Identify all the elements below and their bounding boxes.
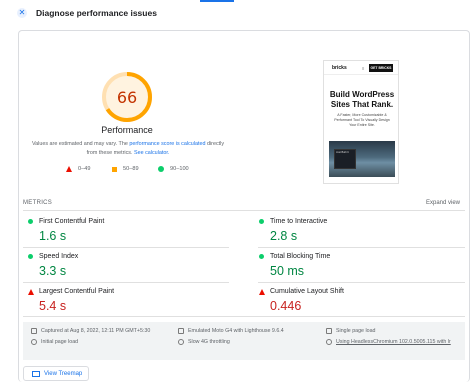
thumbnail-panel-text: Just Built It (336, 151, 349, 154)
captured-info: Captured at Aug 8, 2022, 12:11 PM GMT+5:… (31, 328, 150, 334)
device-icon (178, 328, 184, 334)
divider (23, 282, 229, 283)
divider (258, 282, 465, 283)
metric-value: 5.4 s (39, 299, 67, 313)
metric-value: 1.6 s (39, 229, 67, 243)
score-calculation-link[interactable]: performance score is calculated (129, 141, 205, 147)
metric-value: 50 ms (270, 264, 305, 278)
pass-circle-icon (28, 254, 33, 259)
section-title: Diagnose performance issues (36, 8, 157, 18)
pass-circle-icon (28, 219, 33, 224)
divider (258, 247, 465, 248)
circle-icon (158, 166, 164, 172)
page-icon (326, 328, 332, 334)
triangle-icon (66, 166, 72, 172)
browser-info[interactable]: Using HeadlessChromium 102.0.5005.115 wi… (326, 339, 451, 345)
thumbnail-navbar: bricks ≡ GET BRICKS (324, 61, 398, 75)
browser-icon (326, 339, 332, 345)
legend-fail: 0–49 (66, 166, 90, 172)
active-tab-indicator (200, 0, 234, 2)
diagnose-icon: ✕ (17, 8, 27, 18)
thumbnail-cta: GET BRICKS (369, 64, 393, 72)
thumbnail-brand: bricks (332, 65, 347, 71)
divider (23, 316, 465, 317)
see-calculator-link[interactable]: See calculator. (134, 150, 169, 156)
single-load-info: Single page load (326, 328, 375, 334)
calendar-icon (31, 328, 37, 334)
emulation-info: Emulated Moto G4 with Lighthouse 9.6.4 (178, 328, 284, 334)
view-treemap-button[interactable]: View Treemap (23, 366, 89, 381)
network-icon (178, 339, 184, 345)
performance-score: 66 (116, 88, 138, 107)
fail-triangle-icon (259, 289, 265, 295)
menu-icon: ≡ (362, 66, 365, 71)
score-note: Values are estimated and may vary. The p… (31, 141, 225, 156)
page-screenshot-thumbnail[interactable]: bricks ≡ GET BRICKS Build WordPress Site… (323, 60, 399, 184)
metrics-heading: METRICS (23, 200, 53, 206)
throttling-info: Slow 4G throttling (178, 339, 230, 345)
treemap-icon (32, 370, 40, 377)
thumbnail-subtext: A Faster, More Customizable & Performant… (334, 113, 390, 127)
pass-circle-icon (259, 219, 264, 224)
thumbnail-headline: Build WordPress Sites That Rank. (329, 90, 395, 109)
metric-value: 0.446 (270, 299, 302, 313)
metric-value: 2.8 s (270, 229, 298, 243)
timer-icon (31, 339, 37, 345)
initial-load-info: Initial page load (31, 339, 78, 345)
legend-average: 50–89 (112, 166, 139, 172)
divider (23, 210, 465, 211)
square-icon (112, 166, 117, 172)
divider (23, 247, 229, 248)
top-bar: ✕ Diagnose performance issues (0, 0, 474, 28)
performance-label: Performance (101, 125, 153, 135)
run-info-panel: Captured at Aug 8, 2022, 12:11 PM GMT+5:… (23, 322, 465, 360)
pass-circle-icon (259, 254, 264, 259)
expand-view-toggle[interactable]: Expand view (426, 200, 460, 206)
legend-pass: 90–100 (158, 166, 189, 172)
metric-value: 3.3 s (39, 264, 67, 278)
fail-triangle-icon (28, 289, 34, 295)
